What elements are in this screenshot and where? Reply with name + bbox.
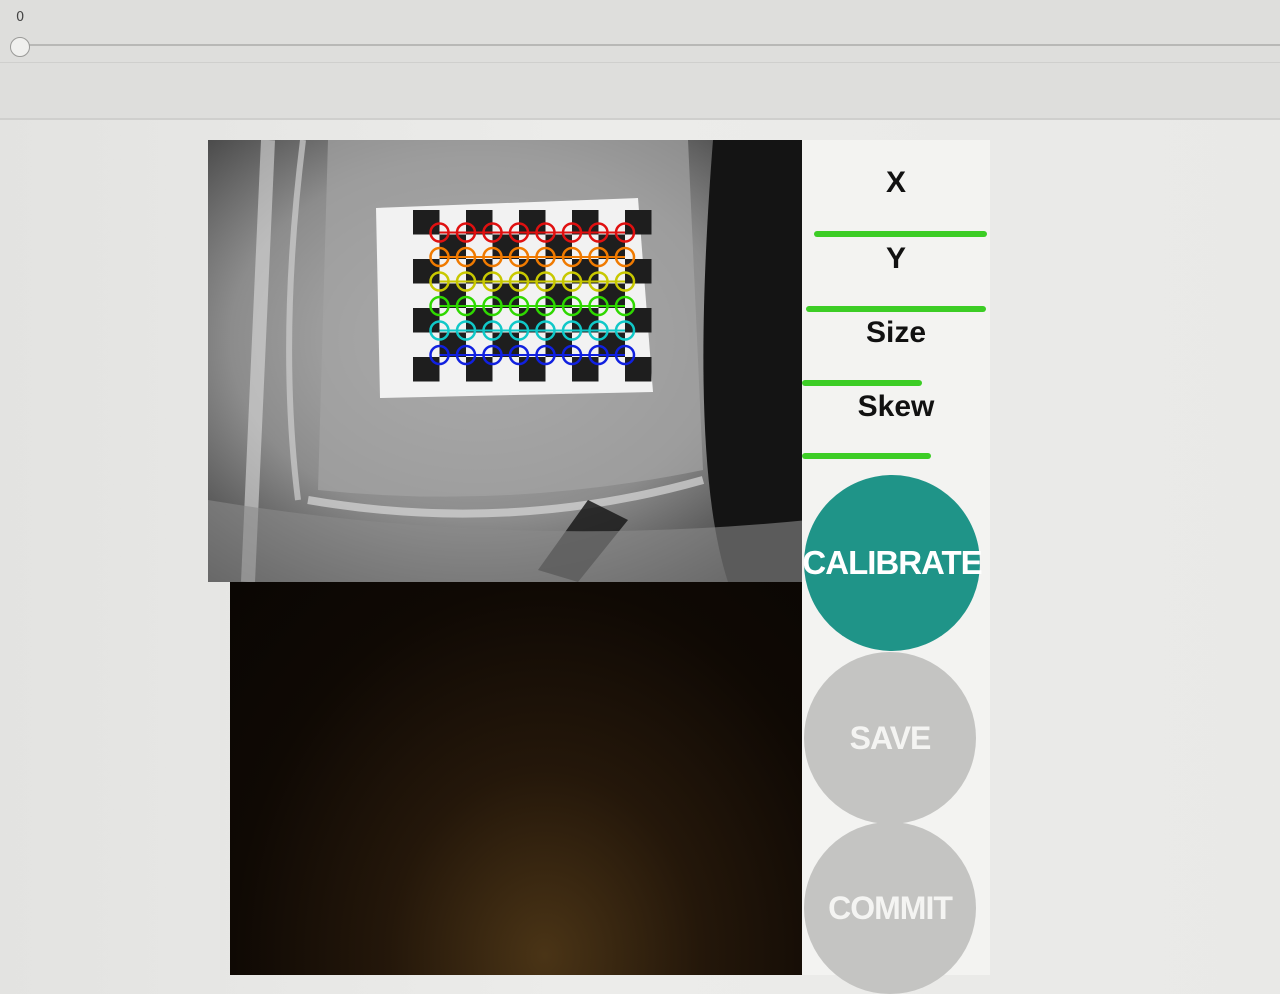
checker-square xyxy=(439,283,466,308)
checker-square xyxy=(545,332,572,357)
metric-size-bar xyxy=(802,380,922,386)
checker-square xyxy=(519,357,546,382)
checker-square xyxy=(439,332,466,357)
checker-square xyxy=(492,332,519,357)
checker-square xyxy=(519,308,546,333)
secondary-view xyxy=(230,582,802,975)
slider-thumb[interactable] xyxy=(10,37,30,57)
metric-skew-bar xyxy=(802,453,931,459)
checker-square xyxy=(598,332,625,357)
camera-view xyxy=(208,140,808,582)
checker-square xyxy=(572,308,599,333)
metric-y-bar xyxy=(806,306,986,312)
checker-square xyxy=(466,259,493,284)
checker-square xyxy=(519,210,546,235)
checker-square xyxy=(545,283,572,308)
metric-y-label: Y xyxy=(885,242,906,275)
checker-square xyxy=(572,259,599,284)
checker-square xyxy=(492,234,519,259)
checker-square xyxy=(572,357,599,382)
checker-square xyxy=(598,283,625,308)
checker-square xyxy=(413,259,440,284)
metric-x-label: X xyxy=(885,166,906,199)
checker-square xyxy=(466,308,493,333)
checker-square xyxy=(625,210,652,235)
top-toolbar: 0 xyxy=(0,0,1280,120)
checker-square xyxy=(598,234,625,259)
checker-square xyxy=(466,357,493,382)
checker-square xyxy=(413,357,440,382)
calibrate-button[interactable]: CALIBRATE xyxy=(802,475,983,651)
checker-square xyxy=(545,234,572,259)
camera-image xyxy=(208,140,808,582)
checker-square xyxy=(625,357,652,382)
save-button[interactable]: SAVE xyxy=(804,652,976,824)
checker-square xyxy=(439,234,466,259)
metric-x-bar xyxy=(814,231,987,237)
slider-track[interactable] xyxy=(20,44,1280,46)
commit-button[interactable]: COMMIT xyxy=(804,822,976,994)
checker-square xyxy=(519,259,546,284)
checker-square xyxy=(625,259,652,284)
checker-square xyxy=(413,308,440,333)
slider-value: 0 xyxy=(16,10,25,25)
checker-square xyxy=(492,283,519,308)
checker-square xyxy=(625,308,652,333)
toolbar-divider xyxy=(0,62,1280,63)
checker-square xyxy=(466,210,493,235)
checker-square xyxy=(413,210,440,235)
metric-size-label: Size xyxy=(865,316,927,349)
checker-square xyxy=(572,210,599,235)
metric-skew-label: Skew xyxy=(857,390,935,423)
